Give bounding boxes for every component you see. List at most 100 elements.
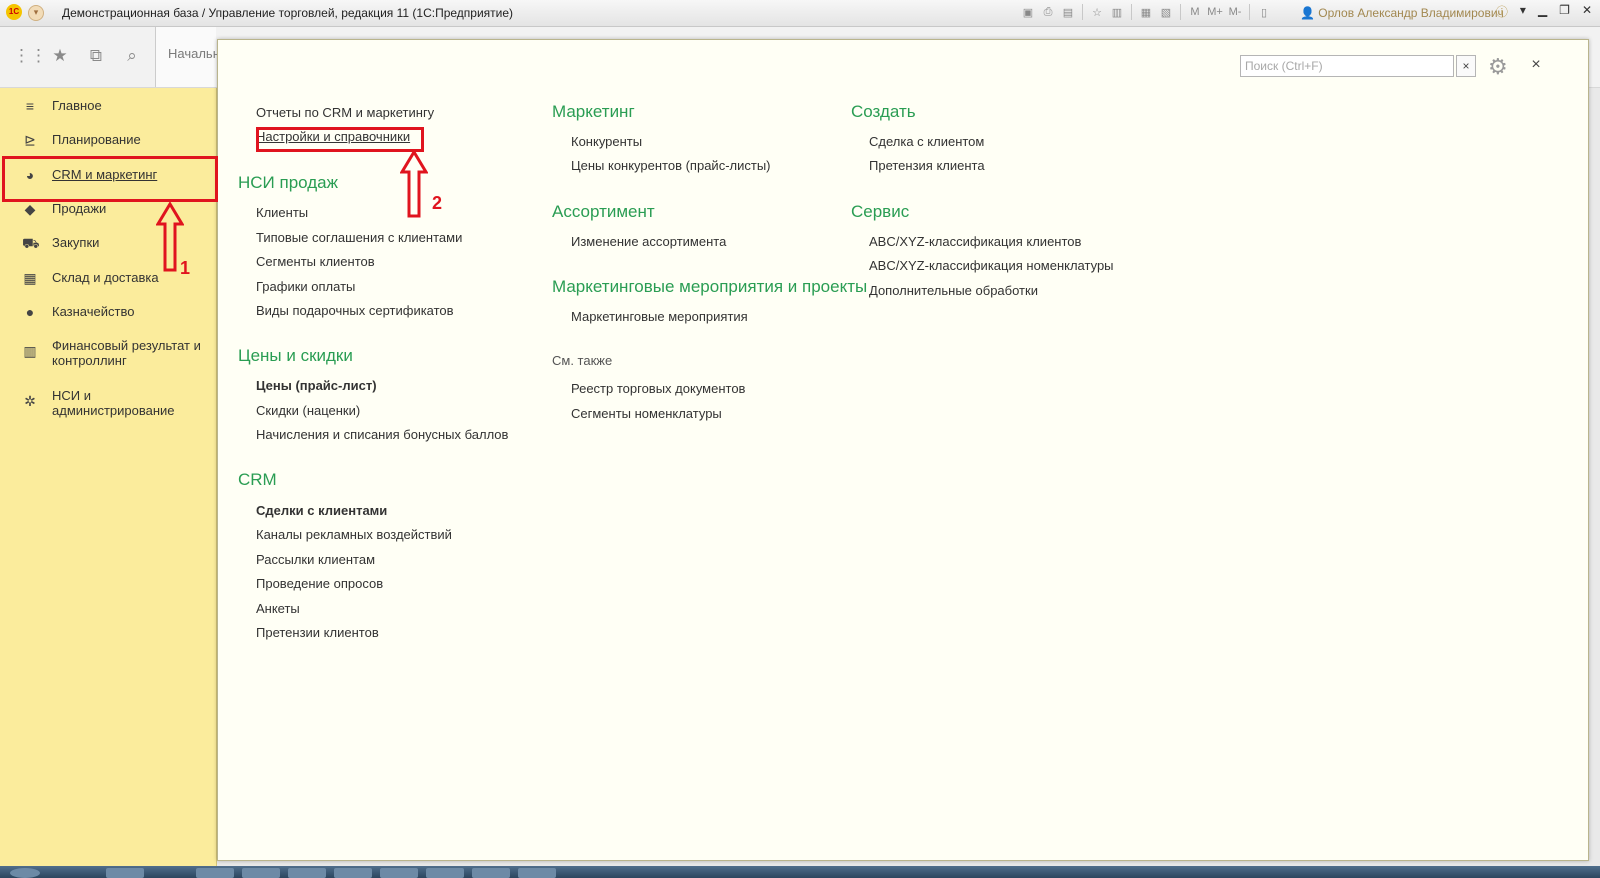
taskbar-item[interactable] [196,868,234,878]
close-window-button[interactable]: ✕ [1582,3,1592,20]
taskbar-item[interactable] [288,868,326,878]
link-create-deal[interactable]: Сделка с клиентом [869,134,984,149]
settings-gear-icon[interactable]: ⚙ [1488,54,1516,80]
link-client-mailings[interactable]: Рассылки клиентам [256,552,375,567]
link-discounts[interactable]: Скидки (наценки) [256,403,360,418]
taskbar-item[interactable] [380,868,418,878]
section-head-create: Создать [851,102,916,121]
gear-icon: ✲ [24,393,36,409]
user-name: Орлов Александр Владимирович [1318,6,1504,20]
link-client-deals[interactable]: Сделки с клиентами [256,503,387,518]
search-clear-button[interactable]: × [1456,55,1476,77]
sidebar-item-label: Казначейство [52,304,135,319]
taskbar-item[interactable] [242,868,280,878]
link-trade-documents-registry[interactable]: Реестр торговых документов [571,381,745,396]
m-icon[interactable]: M [1187,4,1203,20]
cart-icon: ⛟ [22,235,40,251]
sidebar-item-planning[interactable]: ⊵ Планирование [0,125,216,155]
maximize-button[interactable]: ❐ [1559,3,1570,20]
sections-panel: ≡ Главное ⊵ Планирование ◕ CRM и маркети… [0,88,217,878]
os-taskbar [0,866,1600,878]
start-button[interactable] [10,868,40,878]
link-questionnaires[interactable]: Анкеты [256,601,300,616]
history-icon[interactable]: ▥ [1109,4,1125,20]
minimize-button[interactable]: ▁ [1538,3,1547,20]
m-plus-icon[interactable]: M+ [1207,4,1223,20]
taskbar-item[interactable] [518,868,556,878]
sidebar-item-label: Склад и доставка [52,270,159,285]
sidebar-item-label: НСИ и администрирование [52,388,175,418]
section-head-crm: CRM [238,470,277,489]
taskbar-item[interactable] [106,868,144,878]
sidebar-item-main[interactable]: ≡ Главное [0,91,216,121]
annotation-marker-1: 1 [180,258,191,278]
sidebar-item-label: Закупки [52,235,100,250]
sidebar-item-finance[interactable]: ▥ Финансовый результат и контроллинг [0,331,216,371]
print-icon[interactable]: ⎙ [1040,4,1056,20]
section-head-nsi-sales: НСИ продаж [238,173,338,192]
link-surveys[interactable]: Проведение опросов [256,576,383,591]
star-icon[interactable]: ★ [49,45,71,67]
calendar-icon[interactable]: ▧ [1158,4,1174,20]
annotation-arrow-2-icon [400,150,428,218]
bar-chart-icon: ▥ [23,343,37,359]
window-title: Демонстрационная база / Управление торго… [62,6,514,20]
link-nomenclature-segments[interactable]: Сегменты номенклатуры [571,406,722,421]
link-bonus-points[interactable]: Начисления и списания бонусных баллов [256,427,508,442]
current-user[interactable]: 👤 Орлов Александр Владимирович [1300,6,1504,20]
link-client-claims[interactable]: Претензии клиентов [256,625,379,640]
link-extra-processing[interactable]: Дополнительные обработки [869,283,1038,298]
planning-icon: ⊵ [24,132,36,148]
link-competitor-prices[interactable]: Цены конкурентов (прайс-листы) [571,158,771,173]
link-standard-agreements[interactable]: Типовые соглашения с клиентами [256,230,462,245]
link-ad-channels[interactable]: Каналы рекламных воздействий [256,527,452,542]
link-payment-schedules[interactable]: Графики оплаты [256,279,355,294]
link-create-claim[interactable]: Претензия клиента [869,158,985,173]
preview-icon[interactable]: ▤ [1060,4,1076,20]
history-icon[interactable]: ⧉ [85,45,107,67]
see-also-label: См. также [552,353,613,368]
sidebar-item-label: Планирование [52,132,141,147]
link-clients[interactable]: Клиенты [256,205,308,220]
link-competitors[interactable]: Конкуренты [571,134,642,149]
section-head-prices: Цены и скидки [238,346,353,365]
annotation-marker-2: 2 [432,193,443,213]
warehouse-icon: ▦ [23,270,37,286]
search-icon[interactable]: ⌕ [121,45,143,67]
ruble-icon: ● [25,304,35,320]
taskbar-item[interactable] [334,868,372,878]
sidebar-item-treasury[interactable]: ● Казначейство [0,297,216,327]
link-price-list[interactable]: Цены (прайс-лист) [256,378,377,393]
info-icon[interactable]: ⓘ [1496,3,1508,20]
sidebar-item-label: Продажи [52,201,107,216]
link-assortment-change[interactable]: Изменение ассортимента [571,234,726,249]
sidebar-item-nsi-admin[interactable]: ✲ НСИ и администрирование [0,381,216,421]
link-abc-clients[interactable]: ABC/XYZ-классификация клиентов [869,234,1081,249]
main-menu-icon[interactable]: ▾ [28,5,44,21]
search-input[interactable]: Поиск (Ctrl+F) [1240,55,1454,77]
m-minus-icon[interactable]: M- [1227,4,1243,20]
link-marketing-events[interactable]: Маркетинговые мероприятия [571,309,748,324]
calc-icon[interactable]: ▦ [1138,4,1154,20]
section-head-service: Сервис [851,202,910,221]
section-head-marketing: Маркетинг [552,102,635,121]
favorite-icon[interactable]: ☆ [1089,4,1105,20]
tab-start-label: Начальн [168,46,220,61]
annotation-highlight-settings [256,127,424,152]
link-gift-certificate-types[interactable]: Виды подарочных сертификатов [256,303,454,318]
dropdown-icon[interactable]: ▾ [1520,3,1526,20]
fullscreen-icon[interactable]: ▯ [1256,4,1272,20]
sidebar-item-label: Финансовый результат и контроллинг [52,338,201,368]
bag-icon: ◆ [24,201,36,217]
apps-grid-icon[interactable]: ⋮⋮ [13,45,47,67]
menu-icon: ≡ [25,98,35,114]
link-crm-reports[interactable]: Отчеты по CRM и маркетингу [256,105,434,120]
taskbar-item[interactable] [426,868,464,878]
save-icon[interactable]: ▣ [1020,4,1036,20]
link-client-segments[interactable]: Сегменты клиентов [256,254,375,269]
close-panel-button[interactable]: × [1528,57,1544,73]
taskbar-item[interactable] [472,868,510,878]
link-abc-nomenclature[interactable]: ABC/XYZ-классификация номенклатуры [869,258,1114,273]
tab-start-page[interactable]: Начальн [155,27,220,87]
title-toolbar: ▣ ⎙ ▤ ☆ ▥ ▦ ▧ M M+ M- ▯ [1020,4,1272,22]
